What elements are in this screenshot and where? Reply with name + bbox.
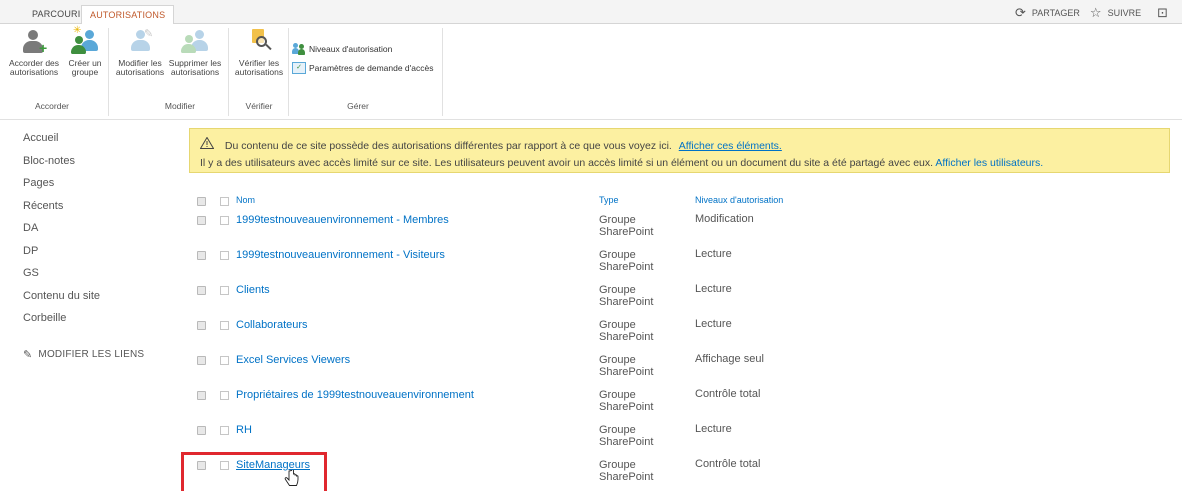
group-type: Groupe SharePoint — [599, 424, 654, 448]
row-checkbox[interactable] — [220, 356, 229, 365]
group-type: Groupe SharePoint — [599, 214, 654, 238]
group-link[interactable]: Collaborateurs — [236, 319, 308, 331]
group-type: Groupe SharePoint — [599, 354, 654, 378]
pencil-icon: ✎ — [23, 349, 33, 361]
separator — [442, 28, 443, 116]
permission-level: Affichage seul — [695, 353, 764, 365]
permission-level: Lecture — [695, 318, 732, 330]
nav-item-gs[interactable]: GS — [23, 266, 173, 289]
permission-level: Lecture — [695, 248, 732, 260]
user-edit-icon: ✎ — [126, 28, 154, 56]
row-checkbox[interactable] — [220, 426, 229, 435]
focus-mode-icon[interactable]: ⊡ — [1157, 6, 1168, 20]
group-type: Groupe SharePoint — [599, 284, 654, 308]
edit-links-button[interactable]: ✎ MODIFIER LES LIENS — [23, 348, 144, 361]
group-type: Groupe SharePoint — [599, 389, 654, 413]
permission-level: Contrôle total — [695, 458, 761, 470]
separator — [288, 28, 289, 116]
group-link[interactable]: Clients — [236, 284, 270, 296]
select-all-checkbox[interactable] — [197, 197, 206, 206]
column-header-level[interactable]: Niveaux d'autorisation — [695, 195, 783, 205]
row-checkbox[interactable] — [220, 251, 229, 260]
group-create-icon: ✳ — [71, 26, 99, 56]
group-type: Groupe SharePoint — [599, 319, 654, 343]
row-select-checkbox[interactable] — [197, 391, 206, 400]
permissions-warning-banner: Du contenu de ce site possède des autori… — [189, 128, 1170, 173]
row-checkbox[interactable] — [220, 321, 229, 330]
grant-permissions-button[interactable]: + Accorder des autorisations — [4, 28, 64, 77]
row-checkbox[interactable] — [220, 391, 229, 400]
follow-button[interactable]: SUIVRE — [1108, 8, 1142, 18]
group-label-modifier: Modifier — [164, 101, 196, 111]
permission-levels-command[interactable]: Niveaux d'autorisation — [292, 43, 392, 55]
group-label-accorder: Accorder — [34, 101, 69, 111]
tab-autorisations[interactable]: AUTORISATIONS — [81, 5, 175, 25]
delete-permissions-button[interactable]: Supprimer les autorisations — [167, 28, 223, 77]
permission-level: Modification — [695, 213, 754, 225]
row-checkbox[interactable] — [220, 286, 229, 295]
column-header-type[interactable]: Type — [599, 195, 619, 205]
top-actions: ⟳ PARTAGER ☆ SUIVRE ⊡ — [1015, 5, 1168, 21]
show-users-link[interactable]: Afficher les utilisateurs. — [935, 157, 1043, 169]
star-icon[interactable]: ☆ — [1090, 6, 1102, 20]
share-icon[interactable]: ⟳ — [1015, 6, 1026, 20]
group-type: Groupe SharePoint — [599, 249, 654, 273]
nav-item-pages[interactable]: Pages — [23, 176, 173, 199]
settings-icon: ✓ — [292, 62, 306, 74]
users-icon — [292, 43, 306, 55]
highlight-box — [181, 452, 327, 491]
group-link[interactable]: RH — [236, 424, 252, 436]
group-link[interactable]: 1999testnouveauenvironnement - Membres — [236, 214, 449, 226]
create-group-button[interactable]: ✳ Créer un groupe — [64, 26, 106, 77]
row-select-checkbox[interactable] — [197, 251, 206, 260]
share-button[interactable]: PARTAGER — [1032, 8, 1080, 18]
row-select-checkbox[interactable] — [197, 216, 206, 225]
row-select-checkbox[interactable] — [197, 321, 206, 330]
quick-launch-nav: Accueil Bloc-notes Pages Récents DA DP G… — [23, 131, 173, 334]
nav-item-corbeille[interactable]: Corbeille — [23, 311, 173, 334]
user-add-icon: + — [20, 28, 48, 56]
hand-cursor-icon — [284, 469, 300, 488]
edit-permissions-button[interactable]: ✎ Modifier les autorisations — [112, 28, 168, 77]
permission-level: Contrôle total — [695, 388, 761, 400]
row-checkbox[interactable] — [220, 216, 229, 225]
nav-item-bloc-notes[interactable]: Bloc-notes — [23, 154, 173, 177]
warning-text-2: Il y a des utilisateurs avec accès limit… — [200, 157, 934, 169]
permission-level: Lecture — [695, 283, 732, 295]
nav-item-accueil[interactable]: Accueil — [23, 131, 173, 154]
nav-item-dp[interactable]: DP — [23, 244, 173, 267]
group-type: Groupe SharePoint — [599, 459, 654, 483]
separator — [108, 28, 109, 116]
nav-item-contenu-du-site[interactable]: Contenu du site — [23, 289, 173, 312]
ribbon: + Accorder des autorisations ✳ Créer un … — [0, 24, 1182, 120]
row-select-checkbox[interactable] — [197, 356, 206, 365]
group-link[interactable]: 1999testnouveauenvironnement - Visiteurs — [236, 249, 445, 261]
group-label-gerer: Gérer — [347, 101, 369, 111]
group-link[interactable]: Propriétaires de 1999testnouveauenvironn… — [236, 389, 474, 401]
permission-level: Lecture — [695, 423, 732, 435]
column-header-name[interactable]: Nom — [236, 195, 255, 205]
ribbon-tab-bar: PARCOURIR AUTORISATIONS ⟳ PARTAGER ☆ SUI… — [0, 0, 1182, 25]
header-checkbox[interactable] — [220, 197, 229, 206]
group-label-verifier: Vérifier — [245, 101, 273, 111]
nav-item-recents[interactable]: Récents — [23, 199, 173, 222]
access-request-settings-command[interactable]: ✓ Paramètres de demande d'accès — [292, 62, 433, 74]
warning-text-1: Du contenu de ce site possède des autori… — [224, 140, 672, 152]
row-select-checkbox[interactable] — [197, 286, 206, 295]
separator — [228, 28, 229, 116]
warning-icon — [199, 136, 215, 155]
user-remove-icon — [181, 28, 209, 56]
group-link[interactable]: Excel Services Viewers — [236, 354, 350, 366]
check-permissions-button[interactable]: Vérifier les autorisations — [232, 28, 286, 77]
show-items-link[interactable]: Afficher ces éléments. — [679, 140, 782, 152]
magnifier-icon — [245, 28, 273, 56]
nav-item-da[interactable]: DA — [23, 221, 173, 244]
row-select-checkbox[interactable] — [197, 426, 206, 435]
